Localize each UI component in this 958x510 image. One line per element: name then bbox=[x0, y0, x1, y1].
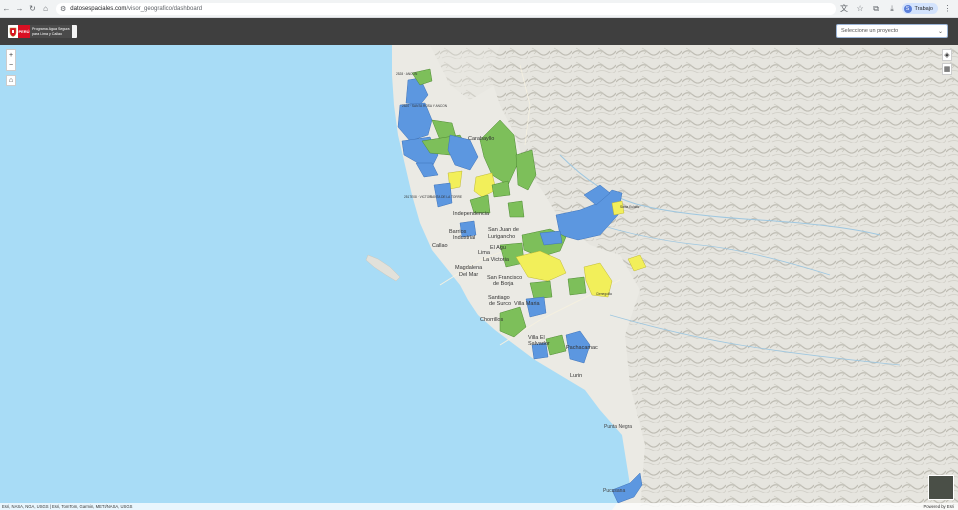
powered-by[interactable]: Powered by Esri bbox=[924, 504, 958, 509]
place-label: El Agu bbox=[490, 245, 506, 251]
avatar: S bbox=[903, 4, 912, 13]
url-path: /visor_geografico/dashboard bbox=[126, 5, 203, 12]
profile-button[interactable]: S Trabajo bbox=[901, 3, 938, 14]
place-label: Santa Eulalia bbox=[620, 205, 639, 209]
forward-icon[interactable]: → bbox=[13, 2, 26, 15]
basemap-control: ▦ bbox=[942, 63, 952, 75]
polygon-green bbox=[529, 280, 553, 300]
place-label: Callao bbox=[432, 243, 448, 249]
place-label: Lurigancho bbox=[488, 234, 516, 240]
polygon-green bbox=[507, 200, 525, 218]
address-bar[interactable]: ⚙ datosespaciales.com /visor_geografico/… bbox=[56, 2, 836, 15]
layers-icon[interactable]: ◈ bbox=[942, 50, 952, 60]
place-label: Pucusana bbox=[603, 488, 626, 494]
attribution-text: Esri, NASA, NGA, USGS | Esri, TomTom, Ga… bbox=[2, 504, 133, 509]
polygon-green bbox=[567, 276, 587, 296]
overview-map[interactable] bbox=[928, 475, 954, 500]
reload-icon[interactable]: ↻ bbox=[26, 2, 39, 15]
place-label: Cieneguilla bbox=[596, 292, 612, 296]
place-label: Villa Maria bbox=[514, 301, 540, 307]
place-label: La Victoria bbox=[483, 257, 509, 263]
program-logo[interactable]: PERÚ Programa Agua Segura para Lima y Ca… bbox=[8, 25, 77, 38]
zoom-in-button[interactable]: + bbox=[6, 50, 16, 60]
place-label: Carabayllo bbox=[468, 136, 495, 142]
attribution-bar: Esri, NASA, NGA, USGS | Esri, TomTom, Ga… bbox=[0, 503, 958, 510]
basemap-gallery-icon[interactable]: ▦ bbox=[942, 64, 952, 74]
home-extent-icon[interactable]: ⌂ bbox=[6, 76, 16, 85]
bookmark-star-icon[interactable]: ☆ bbox=[854, 2, 867, 15]
profile-label: Trabajo bbox=[914, 5, 933, 12]
place-label: Chorrillos bbox=[480, 317, 504, 323]
home-icon[interactable]: ⌂ bbox=[39, 2, 52, 15]
project-select-placeholder: Seleccione un proyecto bbox=[841, 28, 899, 34]
place-label: Independencia bbox=[453, 211, 490, 217]
place-label: Lima bbox=[478, 250, 490, 256]
logo-line-2: para Lima y Callao bbox=[32, 31, 62, 36]
zoom-out-button[interactable]: − bbox=[6, 60, 16, 70]
polygon-blue bbox=[539, 230, 563, 246]
zoom-control: + − bbox=[6, 49, 16, 71]
map-view[interactable]: Carabayllo Independencia Callao Lima La … bbox=[0, 45, 958, 510]
place-label: Punta Negra bbox=[604, 424, 633, 430]
site-settings-icon[interactable]: ⚙ bbox=[60, 5, 66, 13]
place-label: San Juan de bbox=[488, 227, 519, 233]
translate-icon[interactable]: 文 bbox=[838, 2, 851, 15]
place-label: Magdalena bbox=[455, 265, 483, 271]
place-label: de Surco bbox=[489, 301, 512, 307]
place-label: de Borja bbox=[493, 281, 514, 287]
place-label: Industrial bbox=[453, 235, 476, 241]
place-label: Lurin bbox=[570, 373, 583, 379]
home-control: ⌂ bbox=[6, 75, 16, 86]
polygon-label: SANTA DE LA TORRE bbox=[430, 195, 463, 199]
layer-control: ◈ bbox=[942, 49, 952, 61]
basemap bbox=[0, 45, 958, 510]
browser-toolbar: ← → ↻ ⌂ ⚙ datosespaciales.com /visor_geo… bbox=[0, 0, 958, 18]
polygon-label: 2520 · SANTA ROSA Y ANCON bbox=[402, 104, 447, 108]
project-select[interactable]: Seleccione un proyecto ⌄ bbox=[836, 24, 948, 38]
url-domain: datosespaciales.com bbox=[70, 5, 127, 12]
extensions-icon[interactable]: ⧉ bbox=[870, 2, 883, 15]
polygon-label: 2517E08 · VICTOR bbox=[404, 195, 432, 199]
place-label: Del Mar bbox=[459, 272, 479, 278]
download-icon[interactable]: ⤓ bbox=[886, 2, 899, 15]
coat-of-arms-icon bbox=[8, 25, 18, 38]
chevron-down-icon: ⌄ bbox=[937, 28, 943, 35]
menu-icon[interactable]: ⋮ bbox=[941, 2, 954, 15]
app-header: PERÚ Programa Agua Segura para Lima y Ca… bbox=[0, 18, 958, 45]
polygon-label: 2528 · ANCON bbox=[396, 72, 418, 76]
place-label: Pachacamac bbox=[566, 345, 598, 351]
logo-country: PERÚ bbox=[18, 25, 30, 38]
logo-text: Programa Agua Segura para Lima y Callao bbox=[30, 25, 72, 38]
place-label: Salvador bbox=[528, 341, 550, 347]
back-icon[interactable]: ← bbox=[0, 2, 13, 15]
